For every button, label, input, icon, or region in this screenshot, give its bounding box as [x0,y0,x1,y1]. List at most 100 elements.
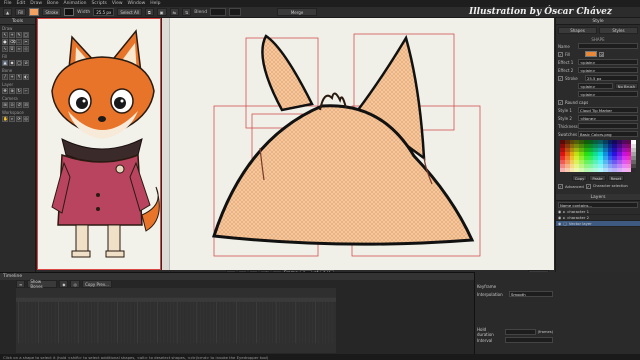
fill-checkbox[interactable]: ✓ [558,51,563,57]
menu-scripts[interactable]: Scripts [91,1,106,6]
transform-points-icon[interactable]: ↖ [2,32,8,38]
eye-icon[interactable]: ◉ [558,215,561,220]
drawing-canvas[interactable] [162,18,554,270]
eye-icon[interactable]: ◉ [558,209,561,214]
style1-select[interactable]: Cloud Tip Marker [578,107,638,113]
swatches-select[interactable]: Basic Colors.png [578,131,638,137]
onion-icon[interactable]: ◎ [70,280,80,288]
pan-workspace-icon[interactable]: ✋ [2,116,8,122]
menu-file[interactable]: File [4,1,12,6]
blend-value-input[interactable] [229,8,242,16]
stroke-color-swatch[interactable] [64,8,75,16]
tab-styles[interactable]: Styles [599,27,638,34]
orbit-workspace-icon[interactable]: ◎ [23,116,29,122]
character-selection-checkbox[interactable]: ✓ [585,183,591,189]
zoom-workspace-icon[interactable]: ⌕ [9,116,15,122]
blob-brush-icon[interactable]: ● [2,39,8,45]
show-bones-select[interactable]: Show Bones [27,279,58,289]
set-origin-icon[interactable]: ⊕ [9,88,15,94]
copy-icon[interactable]: ⧉ [144,8,154,16]
perspective-icon[interactable]: ◇ [23,46,29,52]
fox-ears-vector-drawing[interactable] [162,18,554,270]
effect1-label: Effect 1 [558,59,574,65]
effect2-select[interactable]: <plain> [578,67,638,73]
select-shape-icon[interactable]: ▲ [2,60,8,66]
select-all-button[interactable]: Select All [117,8,142,16]
stroke-effect2-select[interactable]: <plain> [578,91,638,97]
color-swatch-palette[interactable] [560,140,636,172]
menu-help[interactable]: Help [150,1,160,6]
select-bone-icon[interactable]: / [2,74,8,80]
stroke-toggle[interactable]: Stroke [42,8,62,16]
interval-input[interactable] [505,337,553,343]
tab-shapes[interactable]: Shapes [558,27,597,34]
create-shape-icon[interactable]: ◯ [16,60,22,66]
menu-window[interactable]: Window [128,1,146,6]
paint-bucket-icon[interactable]: ◆ [9,60,15,66]
flip-h-icon[interactable]: ⇆ [169,8,179,16]
timeline-menu-icon[interactable]: ≡ [16,280,26,288]
rotate-workspace-icon[interactable]: ⟳ [16,116,22,122]
track-camera-icon[interactable]: ⊞ [2,102,8,108]
stroke-checkbox[interactable]: ✓ [558,75,563,81]
menu-bone[interactable]: Bone [47,1,58,6]
stroke-width-input[interactable]: 25.5 px [585,75,638,81]
copy-prev-select[interactable]: Copy Prev... [81,280,112,288]
timeline-tracks[interactable] [16,288,336,353]
fill-color-swatch[interactable] [29,8,40,16]
reparent-bone-icon[interactable]: ↰ [16,74,22,80]
zoom-camera-icon[interactable]: ⊙ [9,102,15,108]
merge-button[interactable]: Merge [277,8,318,16]
add-bone-icon[interactable]: + [9,74,15,80]
freehand-icon[interactable]: ✎ [16,32,22,38]
menu-edit[interactable]: Edit [17,1,26,6]
copy-style-button[interactable]: Copy [571,175,588,181]
noise-icon[interactable]: ≈ [16,46,22,52]
menu-draw[interactable]: Draw [30,1,42,6]
blend-label: Blend [194,9,208,15]
round-caps-checkbox[interactable]: ✓ [558,99,563,105]
effect1-select[interactable]: <plain> [578,59,638,65]
menu-view[interactable]: View [112,1,123,6]
eraser-icon[interactable]: ⌫ [9,39,16,45]
bone-strength-icon[interactable]: ◐ [23,74,29,80]
palette-swatch[interactable] [631,168,636,172]
keyframe-icon[interactable]: ◆ [59,280,69,288]
eye-icon[interactable]: ◉ [558,221,561,226]
roll-camera-icon[interactable]: ↺ [16,102,22,108]
fill-toggle[interactable]: Fill [15,8,27,16]
thickness-input[interactable] [578,123,638,129]
paste-icon[interactable]: ▣ [156,8,167,16]
hide-edge-icon[interactable]: ⌐ [23,88,29,94]
reset-style-button[interactable]: Reset [607,175,625,181]
pan-tilt-icon[interactable]: ⊟ [23,102,29,108]
eyedropper-icon[interactable]: ⊘ [23,60,29,66]
transform-layer-icon[interactable]: ✥ [2,88,8,94]
curvature-icon[interactable]: ∿ [2,46,8,52]
eyedropper-icon[interactable]: ⊘ [599,51,604,57]
style2-select[interactable]: <None> [578,115,638,121]
magnet-icon[interactable]: U [9,46,15,52]
hold-duration-input[interactable] [505,329,536,335]
blend-input[interactable] [210,8,227,16]
no-brush-button[interactable]: No Brush [614,83,638,89]
interpolation-select[interactable]: Smooth [509,291,553,297]
scatter-brush-icon[interactable]: ∴ [16,39,22,45]
layer-row-selected[interactable]: ◉ ▢ Vector layer [556,221,640,227]
rotate-layer-icon[interactable]: ↻ [16,88,22,94]
shape-name-input[interactable] [578,43,638,49]
width-input[interactable]: 25.5 px [93,8,115,16]
interpolation-label: Interpolation [477,291,503,297]
stroke-effect1-select[interactable]: <plain> [578,83,613,89]
stroke-label: Stroke [45,9,59,15]
flip-v-icon[interactable]: ⇅ [181,8,192,16]
advanced-checkbox[interactable]: ✓ [558,183,563,189]
layer-filter-input[interactable]: Name contains... [558,202,638,208]
shape-icon[interactable]: □ [23,32,29,38]
delete-edge-icon[interactable]: ✂ [23,39,29,45]
fill-color-swatch[interactable] [585,51,597,57]
add-point-icon[interactable]: + [9,32,15,38]
select-shape-tool-icon[interactable]: ▲ [3,8,13,16]
menu-animation[interactable]: Animation [63,1,86,6]
paste-style-button[interactable]: Paste [589,175,606,181]
